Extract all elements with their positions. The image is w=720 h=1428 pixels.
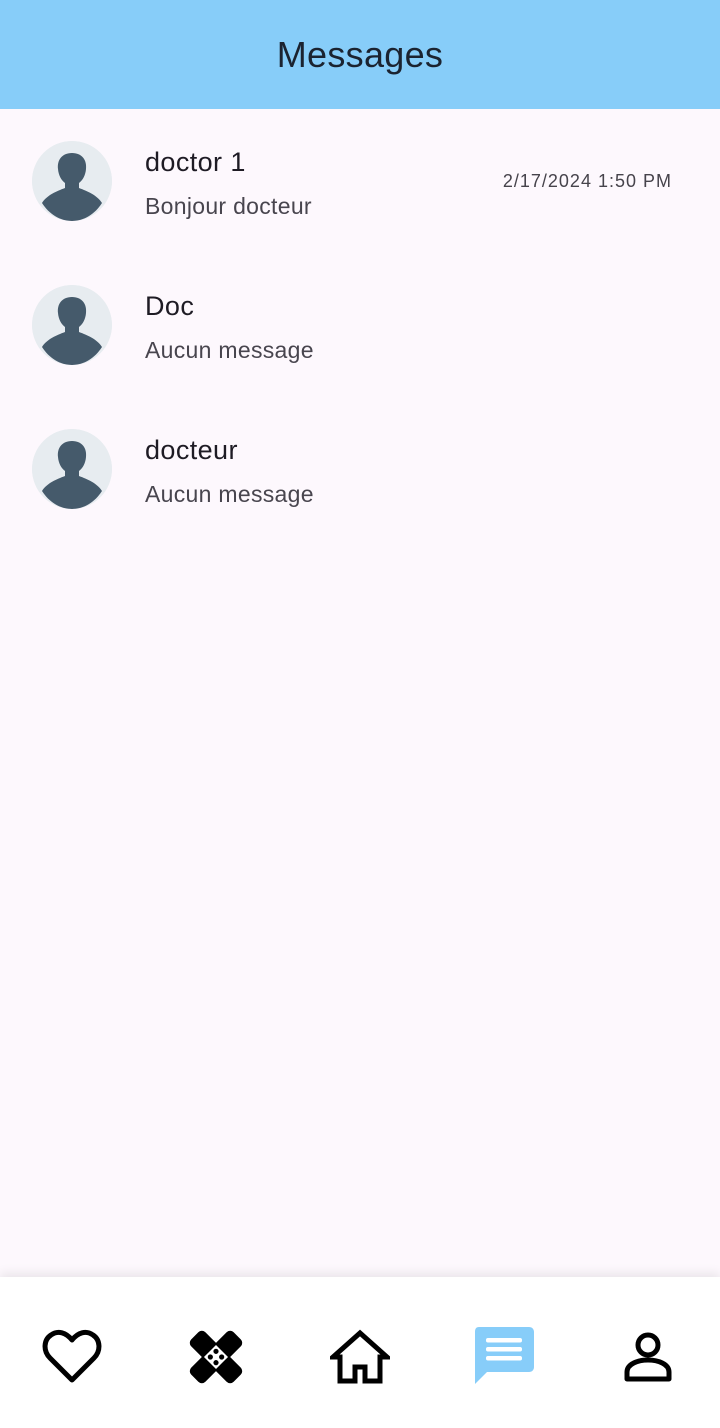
nav-profile-button[interactable]: [616, 1325, 680, 1389]
nav-care-button[interactable]: [184, 1325, 248, 1389]
bottom-navigation: [0, 1277, 720, 1428]
nav-home-button[interactable]: [328, 1325, 392, 1389]
person-silhouette-icon: [32, 285, 112, 365]
avatar: [32, 429, 112, 509]
conversation-item[interactable]: Doc Aucun message: [0, 253, 720, 397]
nav-messages-button[interactable]: [472, 1325, 536, 1389]
conversation-preview: Bonjour docteur: [145, 193, 312, 219]
chat-icon: [475, 1327, 534, 1384]
conversation-list: doctor 1 Bonjour docteur 2/17/2024 1:50 …: [0, 109, 720, 541]
person-icon: [624, 1332, 672, 1382]
person-silhouette-icon: [32, 141, 112, 221]
conversation-preview: Aucun message: [145, 337, 314, 363]
app-bar: Messages: [0, 0, 720, 109]
conversation-item[interactable]: doctor 1 Bonjour docteur 2/17/2024 1:50 …: [0, 109, 720, 253]
heart-icon: [42, 1329, 102, 1383]
page-title: Messages: [276, 33, 444, 75]
person-silhouette-icon: [32, 429, 112, 509]
nav-favorites-button[interactable]: [40, 1325, 104, 1389]
conversation-name: docteur: [145, 435, 238, 465]
avatar: [32, 285, 112, 365]
avatar: [32, 141, 112, 221]
conversation-preview: Aucun message: [145, 481, 314, 507]
conversation-name: doctor 1: [145, 147, 246, 177]
bandage-icon: [189, 1330, 243, 1384]
conversation-item[interactable]: docteur Aucun message: [0, 397, 720, 541]
home-icon: [330, 1329, 390, 1384]
conversation-time: 2/17/2024 1:50 PM: [502, 171, 672, 191]
conversation-name: Doc: [145, 291, 195, 321]
